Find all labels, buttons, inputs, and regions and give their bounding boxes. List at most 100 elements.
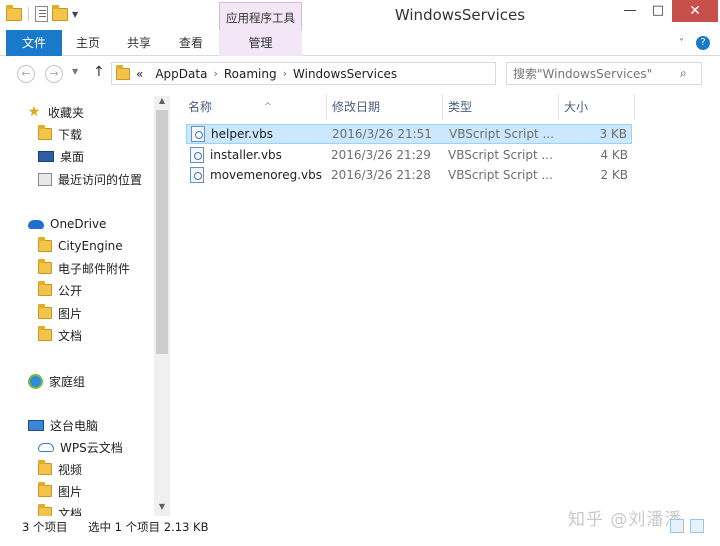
column-header-type[interactable]: 类型 bbox=[442, 94, 558, 120]
new-folder-icon[interactable] bbox=[52, 4, 68, 21]
breadcrumb-windowsservices[interactable]: WindowsServices bbox=[293, 67, 397, 81]
sidebar-item-this-pc[interactable]: 这台电脑 bbox=[28, 414, 98, 436]
desktop-icon bbox=[38, 150, 54, 162]
sidebar-item-label: OneDrive bbox=[50, 217, 107, 231]
sidebar-item-label: 家庭组 bbox=[49, 374, 86, 389]
wps-cloud-icon bbox=[38, 442, 54, 452]
scroll-up-icon[interactable]: ▲ bbox=[154, 96, 170, 110]
close-button[interactable]: ✕ bbox=[672, 0, 718, 22]
recent-places-icon bbox=[38, 172, 52, 186]
vbscript-file-icon bbox=[191, 126, 205, 142]
title-bar: ▼ 应用程序工具 WindowsServices — □ ✕ bbox=[0, 0, 720, 52]
window-title: WindowsServices bbox=[394, 6, 526, 24]
context-group-label: 应用程序工具 bbox=[226, 11, 295, 25]
column-header-size[interactable]: 大小 bbox=[558, 94, 634, 120]
address-bar[interactable]: « AppData › Roaming › WindowsServices ▼ … bbox=[111, 62, 592, 85]
sidebar-item-email-attachments[interactable]: 电子邮件附件 bbox=[38, 257, 130, 279]
file-name: helper.vbs bbox=[211, 127, 273, 141]
file-modified: 2016/3/26 21:28 bbox=[331, 168, 431, 182]
sidebar-item-wps-cloud[interactable]: WPS云文档 bbox=[38, 436, 123, 458]
back-button[interactable]: ← bbox=[17, 65, 35, 83]
sidebar-item-pc-documents[interactable]: 文档 bbox=[38, 502, 82, 516]
scroll-down-icon[interactable]: ▼ bbox=[154, 502, 170, 516]
customize-toolbar-icon[interactable]: ▼ bbox=[72, 10, 78, 19]
sidebar-item-label: 文档 bbox=[58, 328, 83, 343]
column-header-date[interactable]: 修改日期 bbox=[326, 94, 442, 120]
folder-icon bbox=[38, 237, 52, 252]
sidebar-item-pictures[interactable]: 图片 bbox=[38, 302, 82, 324]
folder-icon bbox=[38, 304, 52, 319]
vbscript-file-icon bbox=[190, 167, 204, 183]
help-icon[interactable]: ? bbox=[696, 36, 710, 50]
breadcrumb-overflow[interactable]: « bbox=[136, 67, 143, 81]
tab-view[interactable]: 查看 bbox=[168, 30, 214, 56]
chevron-right-icon[interactable]: › bbox=[213, 67, 217, 80]
file-size: 4 KB bbox=[600, 148, 628, 162]
chevron-right-icon[interactable]: › bbox=[283, 67, 287, 80]
vbscript-file-icon bbox=[190, 147, 204, 163]
up-button[interactable]: ↑ bbox=[93, 64, 105, 80]
folder-icon bbox=[38, 259, 52, 274]
sidebar-item-downloads[interactable]: 下载 bbox=[38, 123, 82, 145]
sidebar-item-label: 收藏夹 bbox=[48, 105, 85, 120]
sidebar-item-favorites[interactable]: ★ 收藏夹 bbox=[26, 101, 84, 123]
computer-icon bbox=[28, 419, 44, 431]
maximize-button[interactable]: □ bbox=[645, 0, 671, 22]
file-size: 2 KB bbox=[600, 168, 628, 182]
ribbon-controls: ˅ ? bbox=[679, 36, 710, 50]
breadcrumb-roaming[interactable]: Roaming bbox=[224, 67, 277, 81]
recent-locations-dropdown[interactable]: ▼ bbox=[72, 67, 78, 76]
sidebar-item-recent[interactable]: 最近访问的位置 bbox=[38, 168, 142, 190]
table-row[interactable]: movemenoreg.vbs 2016/3/26 21:28 VBScript… bbox=[186, 165, 632, 185]
selection-info: 选中 1 个项目 2.13 KB bbox=[88, 520, 209, 534]
properties-icon[interactable] bbox=[35, 6, 48, 22]
column-header-name[interactable]: 名称 ^ bbox=[182, 94, 326, 120]
sidebar-item-label: 电子邮件附件 bbox=[58, 261, 131, 276]
details-view-icon[interactable] bbox=[670, 519, 684, 533]
downloads-icon bbox=[38, 125, 52, 140]
sidebar-item-desktop[interactable]: 桌面 bbox=[38, 145, 84, 167]
file-size: 3 KB bbox=[599, 127, 627, 141]
table-row[interactable]: installer.vbs 2016/3/26 21:29 VBScript S… bbox=[186, 145, 632, 165]
file-type: VBScript Script ... bbox=[448, 168, 553, 182]
sidebar-item-label: 公开 bbox=[58, 283, 83, 298]
sidebar-scrollbar[interactable]: ▲ ▼ bbox=[154, 96, 170, 516]
sidebar-item-documents[interactable]: 文档 bbox=[38, 324, 82, 346]
cloud-icon bbox=[28, 219, 44, 229]
search-input[interactable] bbox=[506, 62, 702, 85]
sidebar-item-cityengine[interactable]: CityEngine bbox=[38, 235, 123, 257]
tab-file[interactable]: 文件 bbox=[6, 30, 62, 56]
sidebar-item-public[interactable]: 公开 bbox=[38, 279, 82, 301]
sidebar-item-label: 这台电脑 bbox=[50, 418, 99, 433]
scrollbar-thumb[interactable] bbox=[156, 110, 168, 354]
item-count: 3 个项目 bbox=[22, 520, 68, 534]
column-divider[interactable] bbox=[634, 94, 635, 120]
column-header-label: 名称 bbox=[188, 100, 213, 114]
quick-access-toolbar: ▼ bbox=[6, 4, 78, 22]
view-switcher bbox=[670, 519, 704, 533]
file-modified: 2016/3/26 21:29 bbox=[331, 148, 431, 162]
sidebar-item-onedrive[interactable]: OneDrive bbox=[28, 213, 106, 235]
folder-icon bbox=[38, 326, 52, 341]
file-type: VBScript Script ... bbox=[449, 127, 554, 141]
expand-ribbon-icon[interactable]: ˅ bbox=[679, 38, 684, 49]
sidebar-item-label: 桌面 bbox=[60, 149, 85, 164]
sidebar-item-label: 图片 bbox=[58, 484, 83, 499]
tab-share[interactable]: 共享 bbox=[116, 30, 162, 56]
breadcrumb-appdata[interactable]: AppData bbox=[155, 67, 207, 81]
folder-icon[interactable] bbox=[6, 4, 22, 21]
tab-manage[interactable]: 管理 bbox=[219, 30, 302, 56]
tab-home[interactable]: 主页 bbox=[66, 30, 110, 56]
sidebar-item-homegroup[interactable]: 家庭组 bbox=[28, 370, 85, 392]
star-icon: ★ bbox=[27, 104, 41, 120]
sidebar-item-videos[interactable]: 视频 bbox=[38, 458, 82, 480]
sort-ascending-icon: ^ bbox=[264, 102, 272, 112]
folder-icon bbox=[116, 64, 130, 80]
large-icons-view-icon[interactable] bbox=[690, 519, 704, 533]
minimize-button[interactable]: — bbox=[616, 0, 644, 22]
sidebar-item-label: CityEngine bbox=[58, 239, 123, 253]
table-row[interactable]: helper.vbs 2016/3/26 21:51 VBScript Scri… bbox=[186, 124, 632, 144]
forward-button[interactable]: → bbox=[45, 65, 63, 83]
search-icon[interactable]: ⌕ bbox=[680, 66, 687, 81]
sidebar-item-pc-pictures[interactable]: 图片 bbox=[38, 480, 82, 502]
